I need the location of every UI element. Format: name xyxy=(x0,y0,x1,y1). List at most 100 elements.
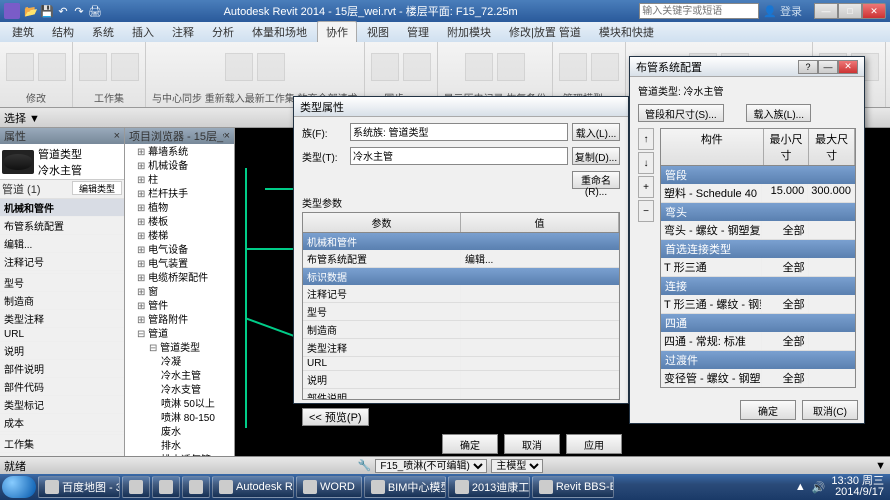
ribbon-tab[interactable]: 结构 xyxy=(44,22,82,42)
taskbar-button[interactable] xyxy=(182,476,210,498)
ribbon-tab[interactable]: 系统 xyxy=(84,22,122,42)
close-icon[interactable]: × xyxy=(114,130,120,142)
tree-node[interactable]: 电气设备 xyxy=(125,244,234,258)
filter-icon[interactable]: ▼ xyxy=(875,460,886,472)
qat-print-icon[interactable]: 🖨 xyxy=(88,4,102,18)
tree-node[interactable]: 电气装置 xyxy=(125,258,234,272)
tree-node[interactable]: 冷凝 xyxy=(125,356,234,370)
login-link[interactable]: 👤 登录 xyxy=(763,3,802,19)
tree-node[interactable]: 冷水主管 xyxy=(125,370,234,384)
edit-type-button[interactable]: 编辑类型 xyxy=(72,181,122,195)
property-row[interactable]: 注释记号 xyxy=(0,253,124,271)
remove-icon[interactable]: − xyxy=(638,200,654,222)
workset-select[interactable]: F15_喷淋(不可编辑) xyxy=(375,459,487,473)
clock[interactable]: 13:30 周三 2014/9/17 xyxy=(831,476,884,498)
routing-row[interactable]: T 形三通全部 xyxy=(661,258,855,277)
param-row[interactable]: 制造商 xyxy=(303,321,619,339)
tree-node[interactable]: 喷淋 80-150 xyxy=(125,412,234,426)
param-row[interactable]: 布管系统配置编辑... xyxy=(303,250,619,268)
selector-dropdown[interactable]: 选择 ▼ xyxy=(4,110,40,126)
routing-table[interactable]: 构件 最小尺寸 最大尺寸 管段塑料 - Schedule 4015.000300… xyxy=(660,128,856,388)
taskbar-button[interactable] xyxy=(152,476,180,498)
tray-icon[interactable]: 🔊 xyxy=(812,481,826,494)
qat-undo-icon[interactable]: ↶ xyxy=(56,4,70,18)
param-row[interactable]: 型号 xyxy=(303,303,619,321)
taskbar-button[interactable]: BIM中心模型 xyxy=(364,476,446,498)
tree-node[interactable]: 机械设备 xyxy=(125,160,234,174)
tree-node[interactable]: 柱 xyxy=(125,174,234,188)
property-row[interactable]: 型号 xyxy=(0,274,124,292)
ribbon-tab[interactable]: 注释 xyxy=(164,22,202,42)
ribbon-button[interactable] xyxy=(111,53,139,81)
close-icon[interactable]: × xyxy=(224,130,230,142)
minimize-button[interactable]: — xyxy=(814,3,838,19)
param-row[interactable]: 说明 xyxy=(303,371,619,389)
tree-node[interactable]: 排水 xyxy=(125,440,234,454)
taskbar-button[interactable]: 2013迪康工程大... xyxy=(448,476,530,498)
ribbon-button[interactable] xyxy=(257,53,285,81)
ribbon-tab[interactable]: 体量和场地 xyxy=(244,22,315,42)
qat-save-icon[interactable]: 💾 xyxy=(40,4,54,18)
ok-button[interactable]: 确定 xyxy=(442,434,498,454)
property-row[interactable]: 制造商 xyxy=(0,292,124,310)
qat-open-icon[interactable]: 📂 xyxy=(24,4,38,18)
tree-node[interactable]: 植物 xyxy=(125,202,234,216)
cancel-button[interactable]: 取消(C) xyxy=(802,400,858,420)
ribbon-tab[interactable]: 修改|放置 管道 xyxy=(501,22,589,42)
ribbon-tab[interactable]: 模块和快捷 xyxy=(591,22,662,42)
taskbar-button[interactable]: WORD xyxy=(296,476,362,498)
routing-row[interactable]: 弯头 - 螺纹 - 钢塑复合: 标准全部 xyxy=(661,221,855,240)
routing-row[interactable]: 塑料 - Schedule 4015.000300.000 xyxy=(661,184,855,203)
type-params-grid[interactable]: 参数 值 机械和管件布管系统配置编辑...标识数据注释记号型号制造商类型注释UR… xyxy=(302,212,620,400)
load-family-button[interactable]: 载入族(L)... xyxy=(746,104,811,122)
help-icon[interactable]: ? xyxy=(798,60,818,74)
minimize-icon[interactable]: — xyxy=(818,60,838,74)
property-row[interactable]: 说明 xyxy=(0,342,124,360)
tree-node[interactable]: 栏杆扶手 xyxy=(125,188,234,202)
property-row[interactable]: 成本 xyxy=(0,414,124,432)
ribbon-tab[interactable]: 协作 xyxy=(317,21,357,42)
move-up-icon[interactable]: ↑ xyxy=(638,128,654,150)
tree-node[interactable]: 幕墙系统 xyxy=(125,146,234,160)
tree-node[interactable]: 管道类型 xyxy=(125,342,234,356)
ribbon-button[interactable] xyxy=(225,53,253,81)
ribbon-tab[interactable]: 附加模块 xyxy=(439,22,499,42)
load-button[interactable]: 载入(L)... xyxy=(572,123,620,141)
taskbar-button[interactable] xyxy=(122,476,150,498)
tree-node[interactable]: 管道 xyxy=(125,328,234,342)
close-icon[interactable]: ✕ xyxy=(838,60,858,74)
taskbar-button[interactable]: Revit BBS-BIM... xyxy=(532,476,614,498)
tray-icon[interactable]: ▲ xyxy=(795,481,806,493)
apply-button[interactable]: 应用 xyxy=(566,434,622,454)
browser-tree[interactable]: 幕墙系统机械设备柱栏杆扶手植物楼板楼梯电气设备电气装置电缆桥架配件窗管件管路附件… xyxy=(125,144,234,482)
copy-button[interactable]: 复制(D)... xyxy=(572,147,620,165)
ribbon-tab[interactable]: 插入 xyxy=(124,22,162,42)
tree-node[interactable]: 废水 xyxy=(125,426,234,440)
ok-button[interactable]: 确定 xyxy=(740,400,796,420)
ribbon-button[interactable] xyxy=(403,53,431,81)
ribbon-button[interactable] xyxy=(591,53,619,81)
ribbon-button[interactable] xyxy=(371,53,399,81)
ribbon-button[interactable] xyxy=(465,53,493,81)
segments-sizes-button[interactable]: 管段和尺寸(S)... xyxy=(638,104,724,122)
ribbon-button[interactable] xyxy=(559,53,587,81)
tree-node[interactable]: 楼梯 xyxy=(125,230,234,244)
routing-row[interactable]: 四通 - 常规: 标准全部 xyxy=(661,332,855,351)
property-row[interactable]: 布管系统配置 xyxy=(0,217,124,235)
move-down-icon[interactable]: ↓ xyxy=(638,152,654,174)
preview-button[interactable]: << 预览(P) xyxy=(302,408,369,426)
maximize-button[interactable]: □ xyxy=(838,3,862,19)
ribbon-tab[interactable]: 分析 xyxy=(204,22,242,42)
help-search-input[interactable] xyxy=(639,3,759,19)
routing-row[interactable]: T 形三通 - 螺纹 - 钢塑复合: 标准全部 xyxy=(661,295,855,314)
type-selector[interactable]: 管道类型 冷水主管 xyxy=(0,144,124,180)
ribbon-tab[interactable]: 建筑 xyxy=(4,22,42,42)
param-row[interactable]: 注释记号 xyxy=(303,285,619,303)
ribbon-tab[interactable]: 视图 xyxy=(359,22,397,42)
rename-button[interactable]: 重命名(R)... xyxy=(572,171,620,189)
property-row[interactable]: URL xyxy=(0,328,124,342)
property-row[interactable]: 编辑... xyxy=(0,235,124,253)
type-select[interactable]: 冷水主管 xyxy=(350,147,568,165)
ribbon-button[interactable] xyxy=(79,53,107,81)
property-row[interactable]: 类型标记 xyxy=(0,396,124,414)
